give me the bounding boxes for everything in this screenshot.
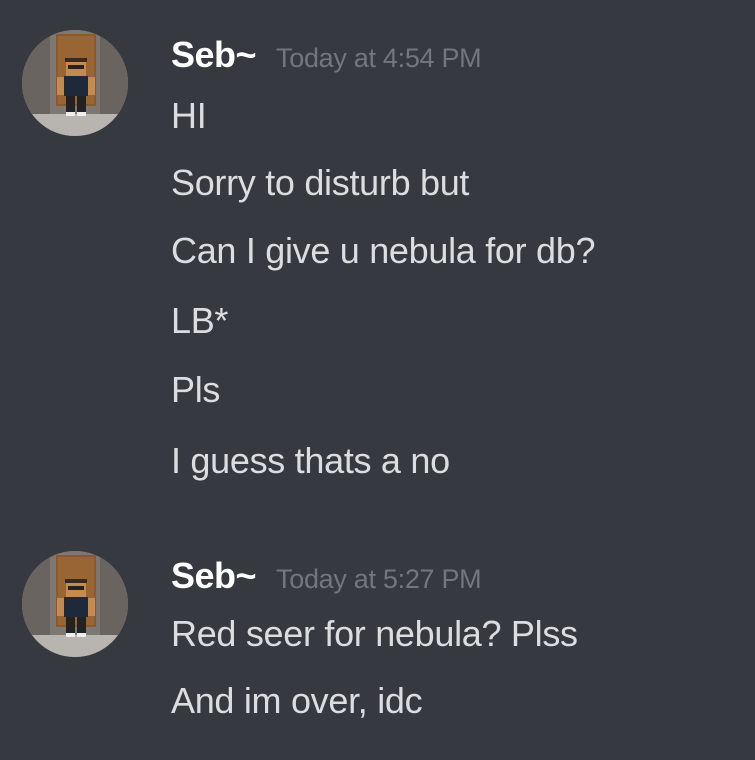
username[interactable]: Seb~ [171,34,257,75]
timestamp: Today at 5:27 PM [276,564,482,594]
roblox-avatar-icon [22,30,128,136]
message-text: Pls [171,369,221,410]
message-text: Can I give u nebula for db? [171,230,596,271]
message-text: I guess thats a no [171,440,450,481]
timestamp: Today at 4:54 PM [276,43,482,73]
message-header: Seb~ Today at 4:54 PM [171,34,482,76]
message-text: And im over, idc [171,680,423,721]
user-avatar[interactable] [22,551,128,657]
message-text: Sorry to disturb but [171,162,470,203]
message-text: HI [171,95,207,136]
message-text: Red seer for nebula? Plss [171,613,578,654]
message-header: Seb~ Today at 5:27 PM [171,555,482,597]
message-text: LB* [171,300,229,341]
user-avatar[interactable] [22,30,128,136]
roblox-avatar-icon [22,551,128,657]
username[interactable]: Seb~ [171,555,257,596]
